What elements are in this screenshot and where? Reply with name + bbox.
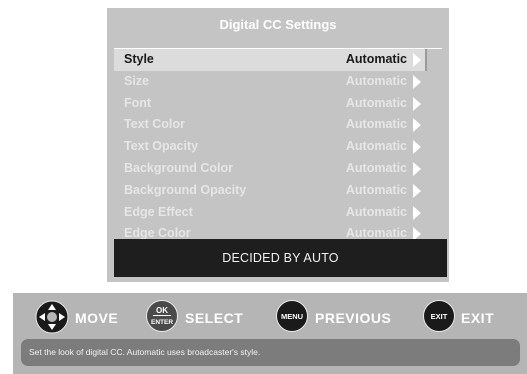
chevron-right-icon bbox=[413, 118, 421, 133]
menu-item-edge-effect[interactable]: Edge Effect Automatic bbox=[114, 202, 442, 224]
menu-item-value: Automatic bbox=[345, 139, 407, 154]
chevron-right-icon bbox=[413, 140, 421, 155]
chevron-right-icon bbox=[413, 161, 421, 176]
chevron-right-icon bbox=[413, 74, 421, 89]
menu-item-label: Style bbox=[124, 52, 154, 66]
status-message: DECIDED BY AUTO bbox=[114, 239, 447, 277]
menu-item-label: Background Color bbox=[124, 160, 234, 175]
menu-item-label: Text Opacity bbox=[124, 139, 199, 154]
chevron-right-icon bbox=[413, 96, 421, 111]
menu-item-label: Background Opacity bbox=[124, 182, 247, 197]
divider bbox=[153, 315, 171, 316]
menu-item-style[interactable]: Style Automatic bbox=[114, 49, 427, 71]
menu-item-value: Automatic bbox=[345, 95, 407, 110]
exit-hint: EXIT EXIT bbox=[423, 300, 513, 334]
menu-item-text-opacity[interactable]: Text Opacity Automatic bbox=[114, 136, 442, 158]
menu-text: MENU bbox=[280, 312, 304, 321]
menu-list: Style Automatic Size Automatic Font Auto… bbox=[114, 48, 442, 245]
menu-item-value: Automatic bbox=[345, 117, 407, 132]
menu-item-background-color[interactable]: Background Color Automatic bbox=[114, 158, 442, 180]
exit-label: EXIT bbox=[461, 310, 495, 326]
menu-item-text-color[interactable]: Text Color Automatic bbox=[114, 114, 442, 136]
menu-item-value: Automatic bbox=[345, 204, 407, 219]
chevron-right-icon bbox=[413, 53, 421, 67]
menu-item-value: Automatic bbox=[345, 160, 407, 175]
move-label: MOVE bbox=[75, 310, 119, 326]
previous-hint: MENU PREVIOUS bbox=[276, 300, 406, 334]
enter-text: ENTER bbox=[150, 319, 174, 326]
select-label: SELECT bbox=[185, 310, 244, 326]
navigation-bar: MOVE OK ENTER SELECT MENU PREVIOUS EXIT … bbox=[13, 293, 527, 374]
chevron-right-icon bbox=[413, 183, 421, 198]
menu-item-background-opacity[interactable]: Background Opacity Automatic bbox=[114, 180, 442, 202]
menu-item-value: Automatic bbox=[345, 182, 407, 197]
select-hint: OK ENTER SELECT bbox=[146, 300, 256, 334]
menu-item-label: Text Color bbox=[124, 117, 185, 132]
ok-enter-button-icon: OK ENTER bbox=[146, 300, 178, 332]
menu-item-font[interactable]: Font Automatic bbox=[114, 93, 442, 115]
exit-button-icon: EXIT bbox=[423, 300, 455, 332]
help-text: Set the look of digital CC. Automatic us… bbox=[21, 339, 520, 366]
menu-title: Digital CC Settings bbox=[219, 17, 337, 32]
move-hint: MOVE bbox=[35, 300, 130, 334]
chevron-right-icon bbox=[413, 205, 421, 220]
menu-item-value: Automatic bbox=[345, 73, 407, 88]
ok-text: OK bbox=[156, 306, 168, 315]
menu-item-label: Size bbox=[124, 73, 150, 88]
exit-text: EXIT bbox=[430, 312, 448, 321]
menu-item-label: Edge Effect bbox=[124, 204, 193, 219]
menu-item-size[interactable]: Size Automatic bbox=[114, 71, 442, 93]
previous-label: PREVIOUS bbox=[315, 310, 392, 326]
menu-item-label: Font bbox=[124, 95, 152, 110]
cc-settings-menu: Digital CC Settings Style Automatic Size… bbox=[107, 8, 449, 282]
menu-button-icon: MENU bbox=[276, 300, 308, 332]
menu-item-value: Automatic bbox=[345, 52, 407, 66]
